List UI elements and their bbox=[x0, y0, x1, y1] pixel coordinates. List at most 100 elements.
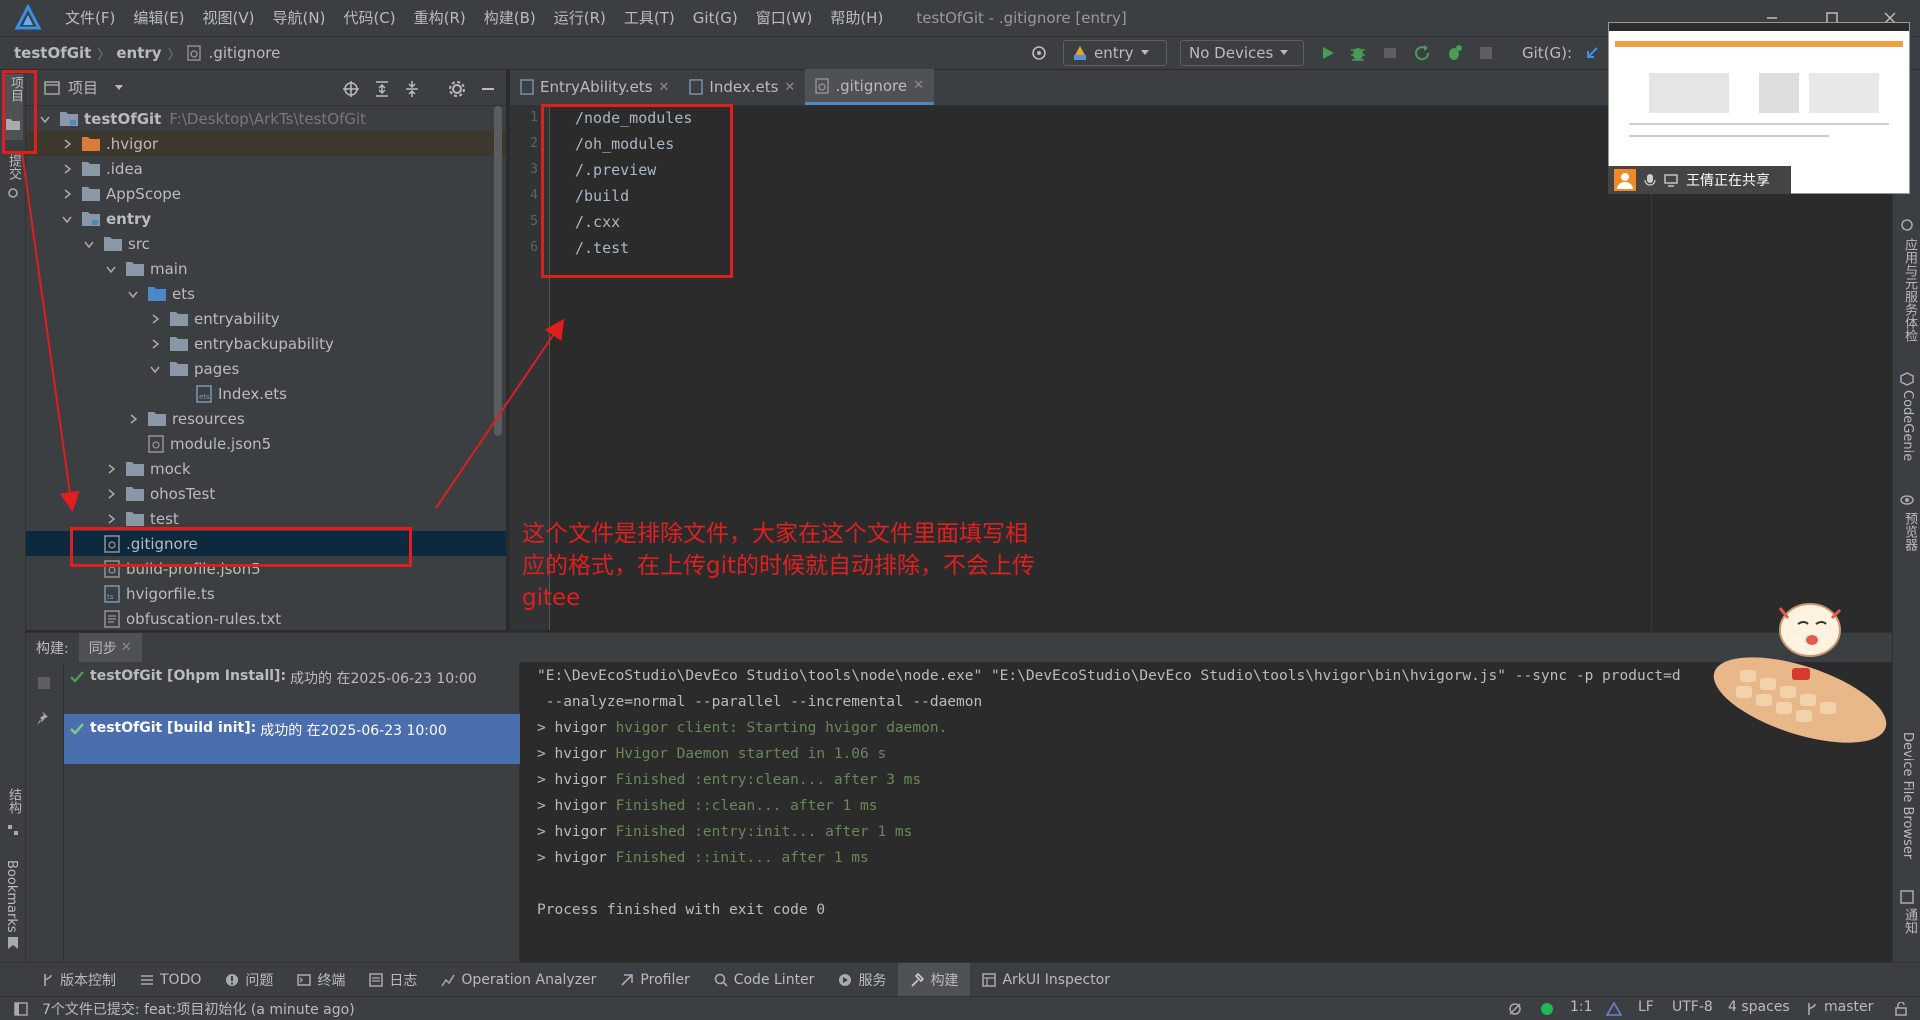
gear-icon[interactable] bbox=[448, 80, 466, 98]
lock-icon[interactable] bbox=[1894, 1002, 1908, 1016]
target-icon[interactable] bbox=[1027, 41, 1051, 65]
menu-window[interactable]: 窗口(W) bbox=[747, 0, 822, 36]
previewer-tool-button[interactable]: 预览器 bbox=[1900, 512, 1919, 551]
chevron-right-icon[interactable] bbox=[148, 312, 162, 326]
stop-button[interactable] bbox=[1474, 41, 1498, 65]
caret-position[interactable]: 1:1 bbox=[1570, 999, 1593, 1015]
chevron-right-icon[interactable] bbox=[104, 462, 118, 476]
git-branch[interactable]: master bbox=[1824, 999, 1873, 1015]
tool-operation-analyzer[interactable]: Operation Analyzer bbox=[429, 963, 608, 997]
tree-item-appscope[interactable]: AppScope bbox=[26, 181, 506, 206]
close-icon[interactable]: ✕ bbox=[659, 80, 670, 95]
indent-setting[interactable]: 4 spaces bbox=[1728, 999, 1790, 1015]
tool-problems[interactable]: 问题 bbox=[213, 963, 285, 997]
chevron-down-icon[interactable] bbox=[38, 112, 52, 126]
module-select[interactable]: entry bbox=[1063, 40, 1167, 66]
pin-icon[interactable] bbox=[36, 710, 52, 726]
tree-item-hvigor[interactable]: .hvigor bbox=[26, 131, 506, 156]
tree-item-index-ets[interactable]: ets Index.ets bbox=[26, 381, 506, 406]
app-services-tool-button[interactable]: 应用与元服务体检 bbox=[1900, 238, 1919, 342]
chevron-down-icon[interactable] bbox=[104, 262, 118, 276]
device-file-browser-tool-button[interactable]: Device File Browser bbox=[1900, 732, 1915, 859]
notifications-tool-button[interactable]: 通知 bbox=[1900, 908, 1919, 934]
tree-item-module-json5[interactable]: module.json5 bbox=[26, 431, 506, 456]
chevron-right-icon[interactable] bbox=[104, 512, 118, 526]
build-result-ohpm-install[interactable]: testOfGit [Ohpm Install]: 成功的 在2025-06-2… bbox=[64, 662, 520, 694]
tree-item-entry[interactable]: entry bbox=[26, 206, 506, 231]
chevron-right-icon[interactable] bbox=[60, 187, 74, 201]
run-button[interactable] bbox=[1316, 41, 1340, 65]
microphone-icon[interactable] bbox=[1644, 173, 1656, 187]
tool-version-control[interactable]: 版本控制 bbox=[30, 963, 128, 997]
menu-tools[interactable]: 工具(T) bbox=[615, 0, 684, 36]
tool-services[interactable]: 服务 bbox=[826, 963, 898, 997]
tree-scrollbar[interactable] bbox=[494, 106, 502, 436]
tree-item-obfuscation-rules[interactable]: obfuscation-rules.txt bbox=[26, 606, 506, 630]
tool-todo[interactable]: TODO bbox=[128, 963, 213, 997]
tree-item-entrybackupability[interactable]: entrybackupability bbox=[26, 331, 506, 356]
menu-code[interactable]: 代码(C) bbox=[334, 0, 404, 36]
locate-file-icon[interactable] bbox=[342, 80, 360, 98]
breadcrumb-project[interactable]: testOfGit bbox=[10, 44, 95, 62]
menu-help[interactable]: 帮助(H) bbox=[821, 0, 892, 36]
tool-code-linter[interactable]: Code Linter bbox=[702, 963, 827, 997]
collapse-all-icon[interactable] bbox=[404, 80, 420, 98]
tab-index[interactable]: Index.ets ✕ bbox=[679, 69, 805, 105]
attach-debugger-button[interactable] bbox=[1378, 41, 1402, 65]
menu-refactor[interactable]: 重构(R) bbox=[405, 0, 475, 36]
menu-build[interactable]: 构建(B) bbox=[475, 0, 545, 36]
commit-tool-button[interactable]: 提交 bbox=[4, 154, 23, 180]
git-update-icon[interactable] bbox=[1580, 41, 1604, 65]
menu-git[interactable]: Git(G) bbox=[684, 0, 747, 36]
debug-button[interactable] bbox=[1346, 41, 1370, 65]
panel-toggle-icon[interactable] bbox=[14, 1001, 28, 1016]
bookmarks-tool-button[interactable]: Bookmarks bbox=[4, 860, 19, 933]
menu-run[interactable]: 运行(R) bbox=[545, 0, 615, 36]
stop-build-icon[interactable] bbox=[37, 676, 51, 690]
expand-all-icon[interactable] bbox=[374, 80, 390, 98]
tool-profiler[interactable]: Profiler bbox=[608, 963, 701, 997]
chevron-right-icon[interactable] bbox=[126, 412, 140, 426]
tab-gitignore[interactable]: .gitignore ✕ bbox=[805, 69, 935, 105]
project-panel-title[interactable]: 项目 bbox=[68, 77, 98, 98]
chevron-down-icon[interactable] bbox=[114, 84, 124, 92]
tool-arkui-inspector[interactable]: ArkUI Inspector bbox=[970, 963, 1122, 997]
chevron-down-icon[interactable] bbox=[82, 237, 96, 251]
tree-item-ets[interactable]: ets bbox=[26, 281, 506, 306]
tree-item-idea[interactable]: .idea bbox=[26, 156, 506, 181]
menu-file[interactable]: 文件(F) bbox=[56, 0, 124, 36]
menu-edit[interactable]: 编辑(E) bbox=[124, 0, 193, 36]
status-message[interactable]: 7个文件已提交: feat:项目初始化 (a minute ago) bbox=[42, 999, 355, 1019]
tool-log[interactable]: 日志 bbox=[357, 963, 429, 997]
status-ok-icon[interactable] bbox=[1540, 1002, 1554, 1016]
tool-terminal[interactable]: 终端 bbox=[285, 963, 357, 997]
tree-item-src[interactable]: src bbox=[26, 231, 506, 256]
device-select[interactable]: No Devices bbox=[1180, 40, 1304, 66]
build-console[interactable]: "E:\DevEcoStudio\DevEco Studio\tools\nod… bbox=[521, 662, 1892, 962]
close-icon[interactable]: ✕ bbox=[913, 78, 924, 93]
chevron-down-icon[interactable] bbox=[126, 287, 140, 301]
codegenie-tool-button[interactable]: CodeGenie bbox=[1900, 390, 1915, 461]
chevron-right-icon[interactable] bbox=[104, 487, 118, 501]
hide-panel-icon[interactable] bbox=[480, 80, 496, 98]
close-icon[interactable]: ✕ bbox=[784, 80, 795, 95]
profile-button[interactable] bbox=[1442, 41, 1466, 65]
tree-item-mock[interactable]: mock bbox=[26, 456, 506, 481]
tree-item-pages[interactable]: pages bbox=[26, 356, 506, 381]
tab-entryability[interactable]: EntryAbility.ets ✕ bbox=[510, 69, 679, 105]
tree-item-ohostest[interactable]: ohosTest bbox=[26, 481, 506, 506]
apply-changes-button[interactable] bbox=[1410, 41, 1434, 65]
tree-item-main[interactable]: main bbox=[26, 256, 506, 281]
tree-item-hvigorfile[interactable]: ts hvigorfile.ts bbox=[26, 581, 506, 606]
chevron-right-icon[interactable] bbox=[148, 337, 162, 351]
line-separator[interactable]: LF bbox=[1638, 999, 1654, 1015]
structure-tool-button[interactable]: 结构 bbox=[4, 788, 23, 814]
inspection-off-icon[interactable] bbox=[1508, 1002, 1522, 1016]
build-result-build-init[interactable]: testOfGit [build init]: 成功的 在2025-06-23 … bbox=[64, 714, 520, 764]
chevron-right-icon[interactable] bbox=[60, 137, 74, 151]
chevron-right-icon[interactable] bbox=[60, 162, 74, 176]
file-encoding[interactable]: UTF-8 bbox=[1672, 999, 1713, 1015]
tree-item-entryability[interactable]: entryability bbox=[26, 306, 506, 331]
chevron-down-icon[interactable] bbox=[60, 212, 74, 226]
breadcrumb-file[interactable]: .gitignore bbox=[205, 44, 285, 62]
